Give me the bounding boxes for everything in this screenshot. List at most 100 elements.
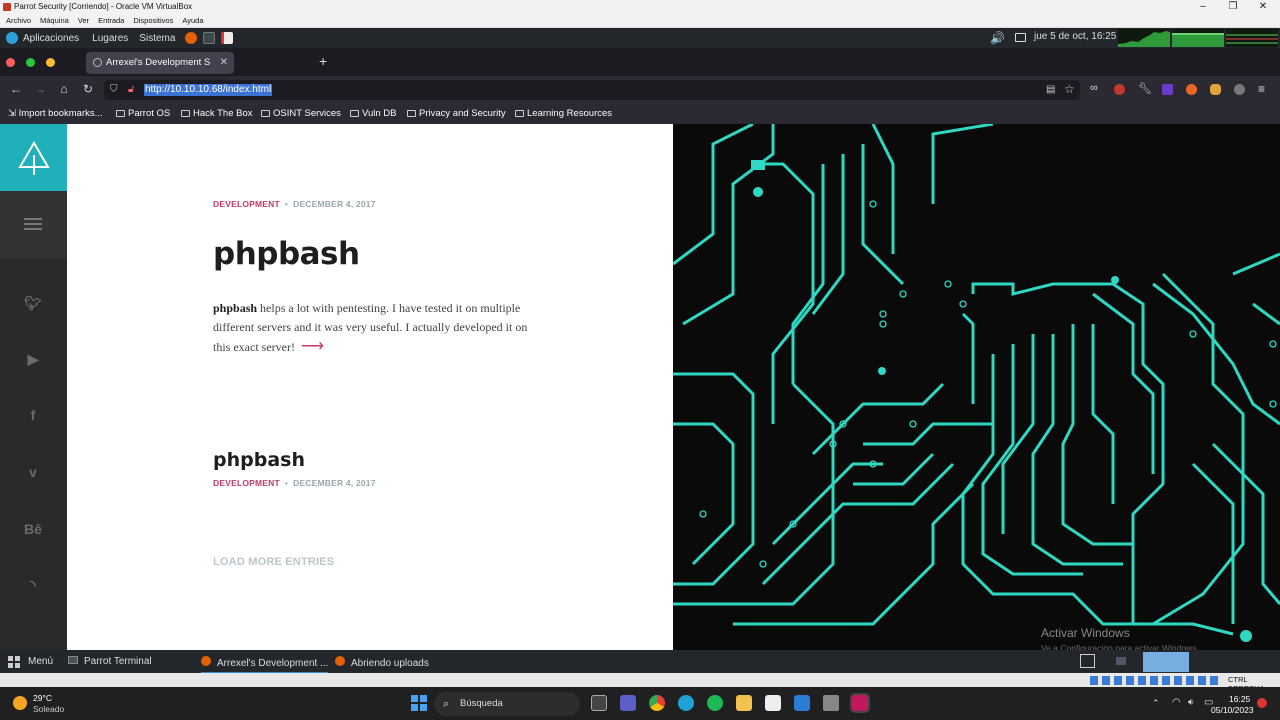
workspace-3-icon[interactable]	[1143, 652, 1189, 672]
home-icon[interactable]: ⌂	[56, 82, 72, 96]
notification-badge-icon[interactable]	[1257, 698, 1267, 708]
post1-category[interactable]: DEVELOPMENT	[213, 199, 280, 209]
extension-bottle-icon[interactable]	[1210, 84, 1221, 95]
vbox-menu-ayuda[interactable]: Ayuda	[182, 14, 203, 27]
close-window-button[interactable]: ✕	[1248, 0, 1278, 14]
vbox-menu-entrada[interactable]: Entrada	[98, 14, 124, 27]
chrome-icon[interactable]	[649, 695, 665, 711]
insecure-lock-icon[interactable]: 🔓︎	[128, 84, 134, 95]
weather-temp[interactable]: 29°C	[33, 693, 52, 703]
editor-launcher-icon[interactable]	[221, 32, 234, 44]
maximize-button[interactable]: ❐	[1218, 0, 1248, 14]
windows-search-box[interactable]: ⌕ Búsqueda	[434, 692, 580, 716]
menu-grid-icon[interactable]	[8, 656, 20, 668]
display-icon[interactable]	[1015, 33, 1026, 42]
close-dot-icon[interactable]	[6, 58, 15, 67]
vbox-menu-archivo[interactable]: Archivo	[6, 14, 31, 27]
new-tab-button[interactable]: +	[319, 53, 327, 69]
minimize-dot-icon[interactable]	[46, 58, 55, 67]
vbox-menu-maquina[interactable]: Máquina	[40, 14, 69, 27]
bookmark-import[interactable]: ⇲ Import bookmarks...	[8, 108, 103, 119]
menu-lugares[interactable]: Lugares	[92, 33, 128, 44]
post1-title[interactable]: phpbash	[213, 236, 360, 272]
post2-title[interactable]: phpbash	[213, 449, 305, 471]
post2-category[interactable]: DEVELOPMENT	[213, 478, 280, 488]
ublock-icon[interactable]	[1114, 84, 1125, 95]
bookmark-hack-the-box[interactable]: Hack The Box	[181, 108, 253, 119]
post2-date[interactable]: DECEMBER 4, 2017	[293, 478, 376, 488]
bookmark-privacy-security[interactable]: Privacy and Security	[407, 108, 506, 119]
volume-icon[interactable]: 🔊	[990, 31, 1005, 45]
read-more-arrow-icon[interactable]: ⟶	[301, 338, 324, 355]
parrot-logo-icon[interactable]	[6, 32, 18, 44]
favicon-icon	[93, 58, 102, 67]
spotify-icon[interactable]	[707, 695, 723, 711]
taskbar-abriendo-uploads[interactable]: Abriendo uploads	[335, 656, 429, 669]
virtualbox-app-icon[interactable]	[823, 695, 839, 711]
back-icon[interactable]: ←	[8, 82, 24, 96]
vbox-status-bar	[0, 673, 1280, 687]
weather-desc[interactable]: Soleado	[33, 704, 64, 714]
reader-view-icon[interactable]: ▤	[1046, 84, 1055, 95]
edge-icon[interactable]	[678, 695, 694, 711]
speaker-icon[interactable]: 🔉︎	[1188, 697, 1194, 708]
taskbar-parrot-terminal[interactable]: Parrot Terminal	[68, 656, 152, 667]
behance-icon[interactable]: Bē	[20, 521, 46, 537]
facebook-icon[interactable]: f	[20, 407, 46, 423]
active-app-icon[interactable]	[850, 693, 870, 713]
vbox-menu-ver[interactable]: Ver	[78, 14, 89, 27]
windows-start-icon[interactable]	[411, 695, 427, 711]
menu-aplicaciones[interactable]: Aplicaciones	[23, 33, 79, 44]
mail-icon[interactable]	[794, 695, 810, 711]
circuit-board-image	[673, 124, 1280, 650]
vbox-menu-dispositivos[interactable]: Dispositivos	[133, 14, 173, 27]
wifi-icon[interactable]: ◠	[1172, 697, 1181, 708]
tray-chevron-icon[interactable]: ⌃	[1152, 698, 1160, 709]
post1-date[interactable]: DECEMBER 4, 2017	[293, 199, 376, 209]
twitter-icon[interactable]: 🐦︎	[20, 295, 46, 312]
parrot-menu-button[interactable]: Menú	[28, 656, 53, 667]
extension-purple-icon[interactable]	[1162, 84, 1173, 95]
system-time[interactable]: 16:25	[1229, 694, 1250, 704]
extension-gray-icon[interactable]	[1234, 84, 1245, 95]
hamburger-menu-icon[interactable]: ≡	[1258, 82, 1265, 96]
youtube-icon[interactable]: ▶	[20, 351, 46, 368]
minimize-button[interactable]: –	[1188, 0, 1218, 14]
bookmark-star-icon[interactable]: ☆	[1064, 82, 1075, 96]
cpu-graph	[1118, 29, 1170, 47]
bookmark-learning-resources[interactable]: Learning Resources	[515, 108, 612, 119]
reload-icon[interactable]: ↻	[80, 82, 96, 96]
firefox-icon	[201, 656, 211, 666]
foxyproxy-icon[interactable]: ∞	[1090, 82, 1101, 94]
clock[interactable]: jue 5 de oct, 16:25	[1034, 31, 1116, 42]
wrench-icon[interactable]: 🔧︎	[1138, 82, 1152, 95]
bookmark-parrot-os[interactable]: Parrot OS	[116, 108, 170, 119]
store-icon[interactable]	[765, 695, 781, 711]
load-more-button[interactable]: LOAD MORE ENTRIES	[213, 556, 334, 568]
site-menu-button[interactable]	[0, 191, 67, 258]
forward-icon[interactable]: →	[32, 82, 48, 96]
url-text[interactable]: http://10.10.10.68/index.html	[144, 84, 273, 96]
bookmark-osint-services[interactable]: OSINT Services	[261, 108, 341, 119]
sun-weather-icon[interactable]	[13, 696, 27, 710]
workspace-2-icon[interactable]	[1116, 657, 1126, 665]
close-tab-icon[interactable]: ✕	[220, 52, 228, 74]
system-date[interactable]: 05/10/2023	[1211, 705, 1254, 715]
vbox-device-icons[interactable]	[1090, 676, 1222, 685]
bookmark-vuln-db[interactable]: Vuln DB	[350, 108, 397, 119]
menu-sistema[interactable]: Sistema	[139, 33, 175, 44]
firefox-launcher-icon[interactable]	[185, 32, 198, 44]
site-logo[interactable]	[0, 124, 67, 191]
teams-icon[interactable]	[620, 695, 636, 711]
rss-icon[interactable]: ◝	[20, 577, 46, 594]
shield-icon[interactable]: ⛉	[110, 84, 118, 95]
extension-fox-icon[interactable]	[1186, 84, 1197, 95]
tab-arrexel-development[interactable]: Arrexel's Development S ✕	[86, 52, 234, 74]
workspace-1-icon[interactable]	[1080, 654, 1095, 668]
task-view-icon[interactable]	[591, 695, 607, 711]
taskbar-firefox-window[interactable]: Arrexel's Development ...	[201, 656, 329, 674]
vimeo-icon[interactable]: v	[20, 464, 46, 480]
maximize-dot-icon[interactable]	[26, 58, 35, 67]
file-explorer-icon[interactable]	[736, 695, 752, 711]
terminal-launcher-icon[interactable]	[203, 32, 216, 44]
